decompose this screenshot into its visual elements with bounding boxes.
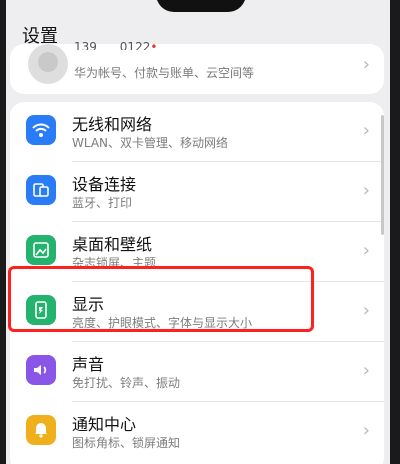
- item-subtitle: 图标角标、锁屏通知: [72, 436, 181, 450]
- account-number: 139 0122•: [74, 40, 158, 50]
- scrollbar[interactable]: [381, 115, 384, 235]
- account-subtitle: 华为帐号、付款与账单、云空间等: [74, 66, 255, 80]
- item-subtitle: 免打扰、铃声、振动: [72, 376, 181, 390]
- notification-icon: [26, 415, 56, 445]
- settings-item-wireless[interactable]: 无线和网络 WLAN、双卡管理、移动网络 ›: [10, 102, 384, 162]
- settings-item-notification-center[interactable]: 通知中心 图标角标、锁屏通知 ›: [10, 402, 384, 462]
- highlight-box: [8, 266, 314, 332]
- chevron-right-icon: ›: [362, 300, 370, 321]
- settings-screen: 设置 139 0122• 华为帐号、付款与账单、云空间等 › 无线和网络 WLA…: [6, 0, 390, 464]
- item-title: 声音: [72, 355, 105, 374]
- chevron-right-icon: ›: [362, 240, 370, 261]
- chevron-right-icon: ›: [362, 180, 370, 201]
- item-subtitle: 蓝牙、打印: [72, 196, 133, 210]
- chevron-right-icon: ›: [362, 360, 370, 381]
- item-title: 通知中心: [72, 415, 137, 434]
- account-card[interactable]: 139 0122• 华为帐号、付款与账单、云空间等 ›: [10, 40, 384, 94]
- settings-item-device-connection[interactable]: 设备连接 蓝牙、打印 ›: [10, 162, 384, 222]
- settings-item-sound[interactable]: 声音 免打扰、铃声、振动 ›: [10, 342, 384, 402]
- item-subtitle: WLAN、双卡管理、移动网络: [72, 136, 229, 150]
- chevron-right-icon: ›: [362, 120, 370, 141]
- chevron-right-icon: ›: [362, 420, 370, 441]
- chevron-right-icon: ›: [362, 54, 370, 75]
- avatar: [28, 44, 68, 84]
- device-connection-icon: [26, 175, 56, 205]
- wallpaper-icon: [26, 235, 56, 265]
- item-title: 无线和网络: [72, 115, 153, 134]
- wifi-icon: [26, 115, 56, 145]
- sound-icon: [26, 355, 56, 385]
- camera-notch: [156, 0, 246, 12]
- item-title: 桌面和壁纸: [72, 235, 153, 254]
- item-title: 设备连接: [72, 175, 137, 194]
